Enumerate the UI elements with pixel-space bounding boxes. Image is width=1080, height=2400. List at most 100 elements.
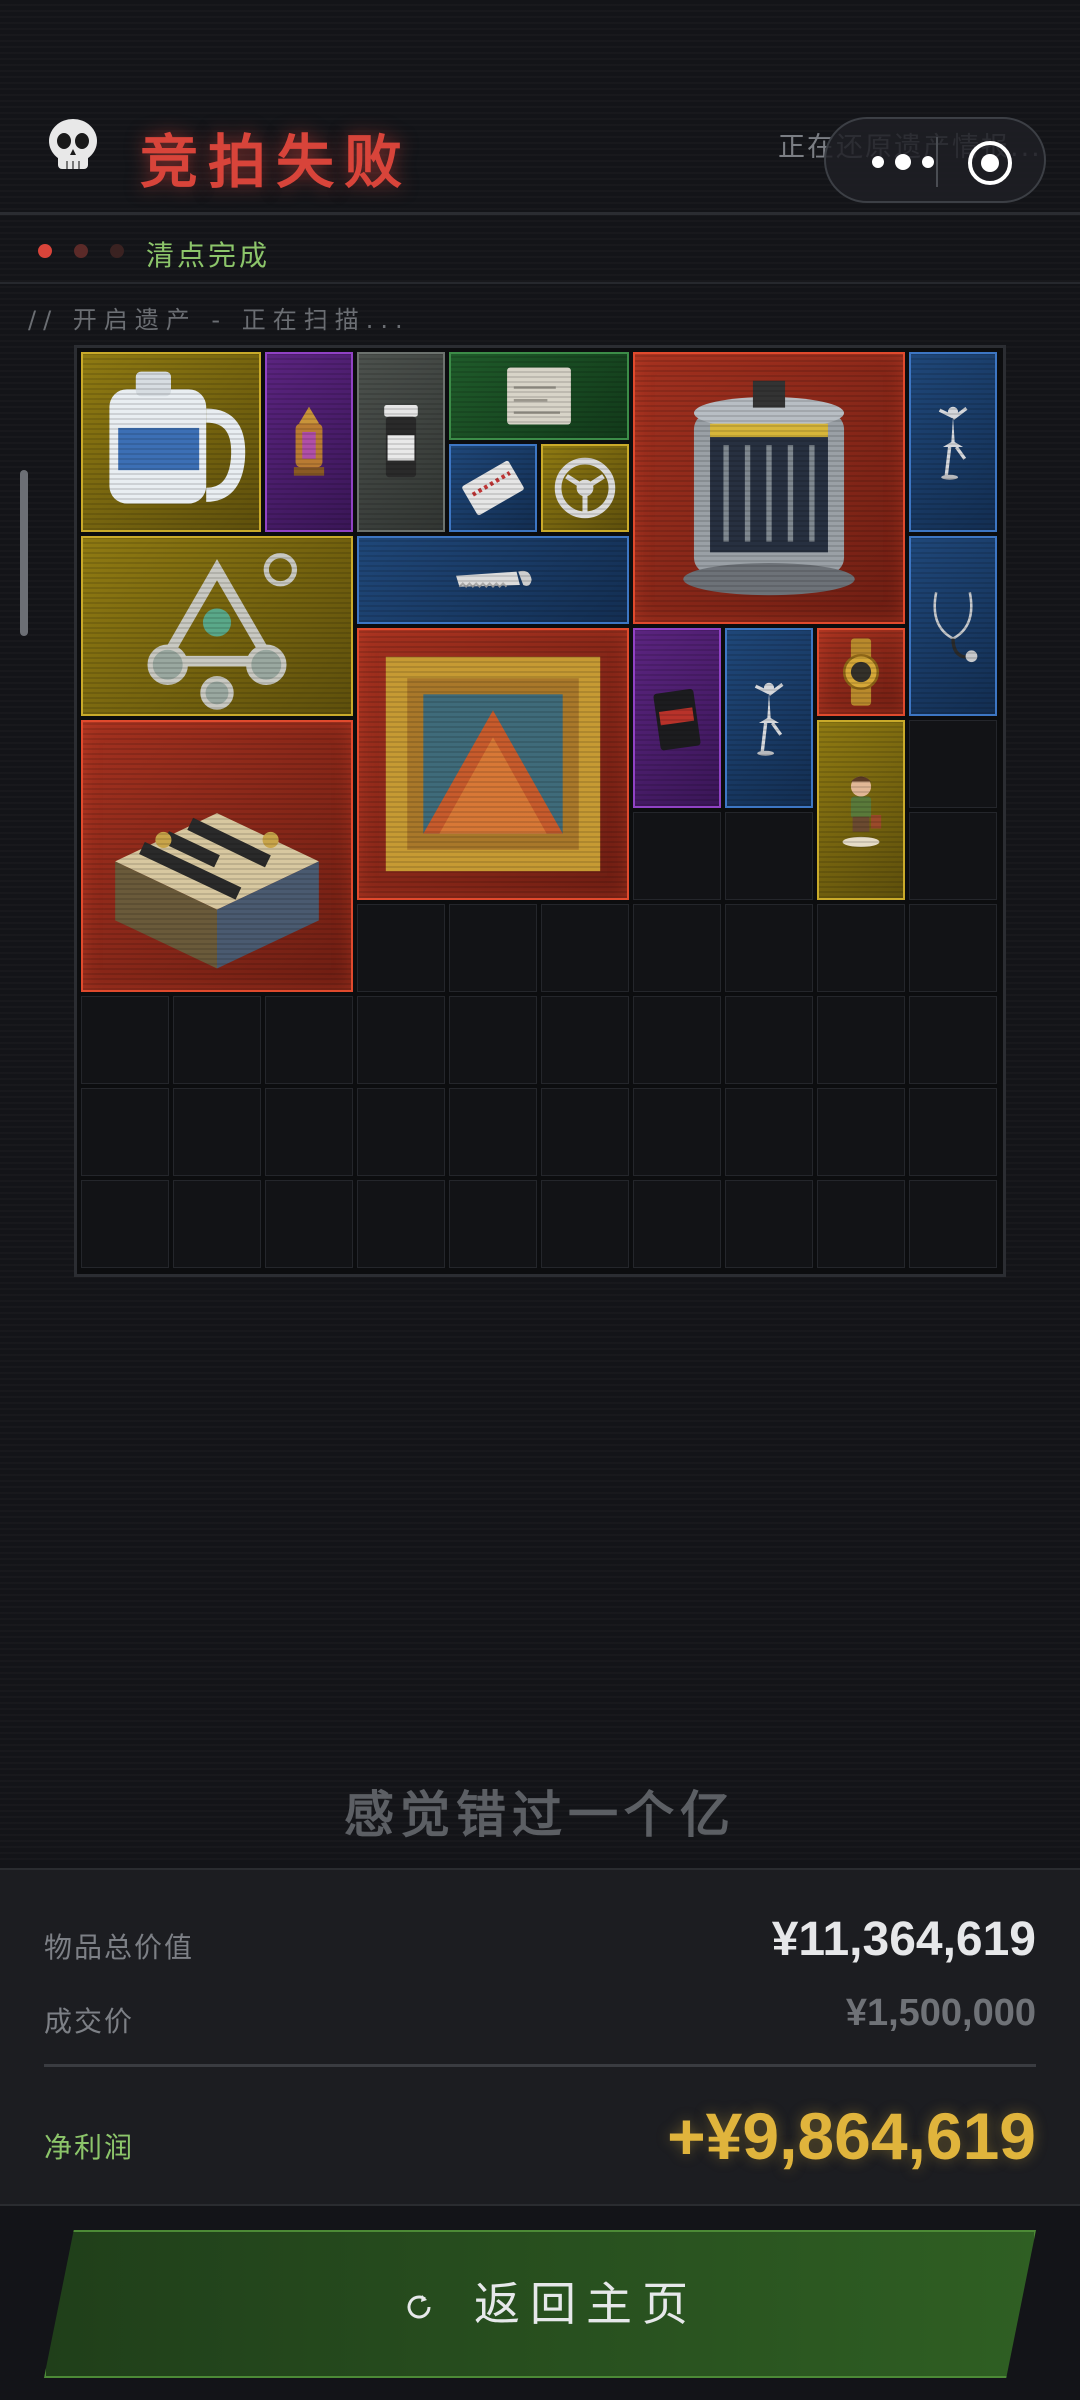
return-home-button[interactable]: 返回主页	[44, 2230, 1036, 2378]
deal-price-label: 成交价	[44, 2005, 135, 2038]
grid-cell	[173, 1088, 261, 1176]
grid-cell	[909, 720, 997, 808]
grid-cell	[817, 1180, 905, 1268]
lantern-icon	[293, 406, 325, 476]
item-ballerina-figurine[interactable]	[909, 352, 997, 532]
net-profit-value: +¥9,864,619	[667, 2099, 1036, 2173]
ballerina-figurine-icon	[754, 682, 784, 756]
item-old-document[interactable]	[449, 352, 629, 440]
scrollbar[interactable]	[20, 470, 28, 636]
item-gilded-painting[interactable]	[357, 628, 629, 900]
net-profit-label: 净利润	[44, 2131, 135, 2164]
boy-figurine-icon	[842, 776, 882, 847]
item-reactor-core[interactable]	[633, 352, 905, 624]
stethoscope-icon	[933, 592, 978, 663]
item-gold-watch[interactable]	[817, 628, 905, 716]
grid-cell	[633, 1180, 721, 1268]
reactor-core-icon	[683, 380, 855, 596]
grid-cell	[449, 1088, 537, 1176]
gilded-painting-icon	[385, 656, 601, 872]
page-title: 竞拍失败	[140, 128, 413, 196]
grid-cell	[909, 1180, 997, 1268]
card-pack-icon	[653, 689, 701, 751]
refresh-icon	[407, 2295, 431, 2319]
steering-wheel-icon	[554, 457, 616, 519]
grid-cell	[725, 904, 813, 992]
item-sample-vial[interactable]	[357, 352, 445, 532]
item-card-pack[interactable]	[633, 628, 721, 808]
item-chess-box[interactable]	[81, 720, 353, 992]
summary-divider	[44, 2064, 1036, 2067]
sample-vial-icon	[384, 405, 418, 478]
grid-cell	[265, 1088, 353, 1176]
grid-cell	[357, 996, 445, 1084]
item-boy-figurine[interactable]	[817, 720, 905, 900]
summary-panel: 物品总价值 ¥11,364,619 成交价 ¥1,500,000 净利润 +¥9…	[0, 1868, 1080, 2206]
grid-cell	[633, 1088, 721, 1176]
close-target-icon[interactable]	[966, 139, 1014, 187]
grid-cell	[817, 1088, 905, 1176]
grid-cell	[357, 1088, 445, 1176]
grid-cell	[817, 996, 905, 1084]
grid-cell	[449, 996, 537, 1084]
more-icon[interactable]	[868, 147, 938, 177]
grid-cell	[265, 1180, 353, 1268]
total-value: ¥11,364,619	[771, 1913, 1036, 1966]
inventory-grid	[74, 345, 1006, 1277]
deal-price-value: ¥1,500,000	[845, 1992, 1036, 2034]
grid-cell	[357, 904, 445, 992]
scan-status-text: // 开启遗产 - 正在扫描...	[28, 306, 410, 334]
item-steering-wheel[interactable]	[541, 444, 629, 532]
grid-cell	[541, 1088, 629, 1176]
grid-cell	[449, 1180, 537, 1268]
grid-cell	[633, 996, 721, 1084]
item-plastic-jug[interactable]	[81, 352, 261, 532]
ballerina-figurine-icon	[938, 406, 968, 480]
skull-icon	[49, 119, 97, 169]
grid-cell	[541, 996, 629, 1084]
return-home-label: 返回主页	[474, 2277, 698, 2331]
item-saw-knife[interactable]	[357, 536, 629, 624]
grid-cell	[173, 1180, 261, 1268]
progress-bar: 清点完成	[0, 218, 1080, 284]
old-document-icon	[507, 367, 571, 425]
item-silver-ornament[interactable]	[81, 536, 353, 716]
grid-cell	[909, 904, 997, 992]
silver-ornament-icon	[147, 552, 298, 710]
grid-cell	[633, 812, 721, 900]
grid-cell	[357, 1180, 445, 1268]
item-lantern[interactable]	[265, 352, 353, 532]
grid-cell	[633, 904, 721, 992]
grid-cell	[81, 996, 169, 1084]
grid-cell	[817, 904, 905, 992]
chess-box-icon	[115, 813, 319, 969]
progress-dot	[74, 244, 88, 258]
circuit-board-icon	[462, 460, 524, 516]
grid-cell	[81, 1088, 169, 1176]
grid-cell	[909, 996, 997, 1084]
grid-cell	[725, 1180, 813, 1268]
plastic-jug-icon	[109, 371, 246, 504]
progress-dot	[38, 244, 52, 258]
mini-program-capsule	[824, 117, 1046, 203]
item-ballerina-figurine[interactable]	[725, 628, 813, 808]
grid-cell	[725, 996, 813, 1084]
item-circuit-board[interactable]	[449, 444, 537, 532]
gold-watch-icon	[842, 638, 880, 706]
result-slogan: 感觉错过一个亿	[344, 1786, 736, 1844]
result-header: 竞拍失败 正在还原遗产情报...	[0, 95, 1080, 215]
item-stethoscope[interactable]	[909, 536, 997, 716]
grid-cell	[449, 904, 537, 992]
progress-label: 清点完成	[146, 239, 271, 272]
progress-dot	[110, 244, 124, 258]
saw-knife-icon	[456, 570, 532, 588]
grid-cell	[265, 996, 353, 1084]
grid-cell	[173, 996, 261, 1084]
grid-cell	[81, 1180, 169, 1268]
capsule-divider	[936, 137, 938, 187]
grid-cell	[725, 1088, 813, 1176]
grid-cell	[909, 1088, 997, 1176]
total-value-label: 物品总价值	[44, 1931, 195, 1964]
grid-cell	[909, 812, 997, 900]
grid-cell	[541, 1180, 629, 1268]
